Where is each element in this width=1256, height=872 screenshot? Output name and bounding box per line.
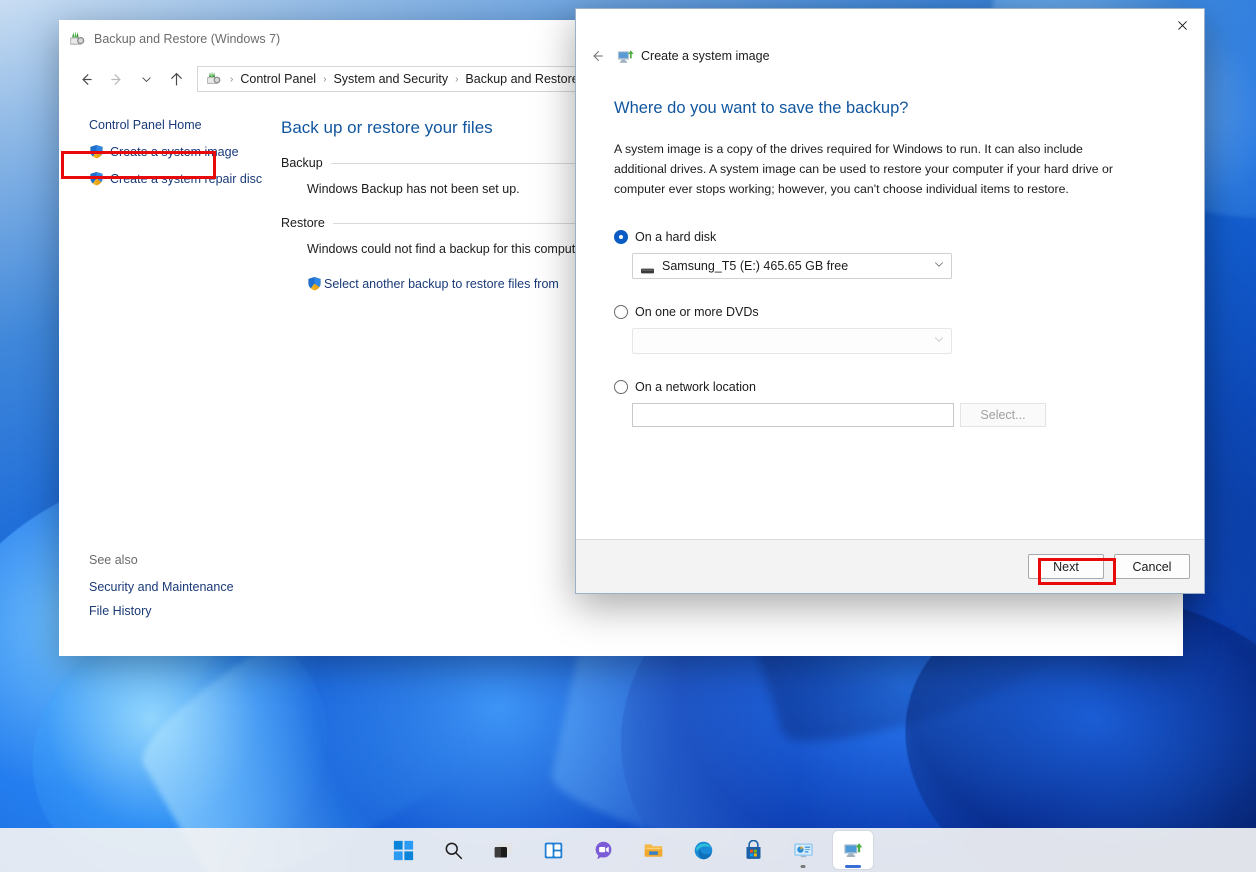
breadcrumb-system-and-security[interactable]: System and Security [330, 72, 451, 86]
cancel-button[interactable]: Cancel [1114, 554, 1190, 579]
option-on-one-or-more-dvds: On one or more DVDs [614, 304, 1176, 354]
backup-restore-icon [69, 31, 86, 48]
control-panel-button[interactable] [783, 831, 823, 869]
option-on-a-network-location: On a network location Select... [614, 379, 1176, 427]
option-on-a-hard-disk: On a hard disk Samsung_T5 (E:) 465.65 GB… [614, 229, 1176, 279]
radio-indicator[interactable] [614, 379, 628, 394]
chat-button[interactable] [583, 831, 623, 869]
breadcrumb-separator: › [323, 73, 327, 85]
sidebar-item-file-history[interactable]: File History [89, 604, 234, 618]
running-indicator [800, 865, 806, 868]
radio-label: On one or more DVDs [635, 304, 759, 319]
up-button[interactable] [161, 64, 191, 94]
uac-shield-icon [89, 144, 104, 159]
dialog-nav-row: Create a system image [576, 41, 1204, 71]
sidebar-item-create-a-system-repair-disc[interactable]: Create a system repair disc [90, 171, 281, 186]
radio-indicator[interactable] [614, 304, 628, 319]
sidebar-item-label: Create a system image [110, 144, 239, 159]
breadcrumb-separator: › [230, 73, 234, 85]
dialog-heading: Where do you want to save the backup? [614, 99, 909, 117]
file-explorer-button[interactable] [633, 831, 673, 869]
hard-disk-dropdown-value: Samsung_T5 (E:) 465.65 GB free [662, 258, 849, 273]
widgets-button[interactable] [533, 831, 573, 869]
select-button[interactable]: Select... [960, 402, 1046, 427]
breadcrumb-separator: › [455, 73, 459, 85]
radio-indicator[interactable] [614, 229, 628, 244]
network-location-row: Select... [632, 402, 1176, 427]
sidebar: Control Panel Home Create a system image [59, 100, 281, 656]
task-view-button[interactable] [483, 831, 523, 869]
dvd-dropdown [632, 327, 952, 354]
sidebar-item-control-panel-home[interactable]: Control Panel Home [89, 118, 281, 132]
microsoft-store-button[interactable] [733, 831, 773, 869]
next-button[interactable]: Next [1028, 554, 1104, 579]
sidebar-item-security-and-maintenance[interactable]: Security and Maintenance [89, 580, 234, 594]
create-system-image-dialog[interactable]: Create a system image Where do you want … [575, 8, 1205, 594]
back-button[interactable] [71, 64, 101, 94]
sidebar-item-label: File History [89, 604, 152, 618]
breadcrumb-backup-and-restore[interactable]: Backup and Restore ( [462, 72, 589, 86]
forward-button[interactable] [101, 64, 131, 94]
radio-label: On a network location [635, 379, 756, 394]
restore-group-label: Restore [281, 216, 325, 230]
network-location-input[interactable] [632, 402, 954, 427]
window-title: Backup and Restore (Windows 7) [94, 32, 281, 46]
edge-button[interactable] [683, 831, 723, 869]
hard-disk-dropdown[interactable]: Samsung_T5 (E:) 465.65 GB free [632, 252, 952, 279]
backup-group-label: Backup [281, 156, 323, 170]
radio-on-a-network-location[interactable]: On a network location [614, 379, 1176, 394]
backup-restore-button[interactable] [833, 831, 873, 869]
chevron-down-icon[interactable] [933, 258, 945, 273]
dialog-footer: Next Cancel [576, 539, 1204, 593]
back-button[interactable] [584, 44, 612, 68]
close-icon[interactable] [1160, 10, 1204, 40]
start-button[interactable] [383, 831, 423, 869]
drive-icon [641, 262, 654, 274]
address-bar-icon [206, 71, 222, 87]
search-button[interactable] [433, 831, 473, 869]
breadcrumb-control-panel[interactable]: Control Panel [237, 72, 319, 86]
sidebar-item-create-a-system-image[interactable]: Create a system image [90, 144, 281, 159]
radio-on-one-or-more-dvds[interactable]: On one or more DVDs [614, 304, 1176, 319]
taskbar[interactable] [0, 828, 1256, 872]
desktop-screen: Backup and Restore (Windows 7) › Control… [0, 0, 1256, 872]
dialog-content: Where do you want to save the backup? A … [576, 71, 1204, 539]
active-indicator [845, 865, 861, 868]
radio-on-a-hard-disk[interactable]: On a hard disk [614, 229, 1176, 244]
recent-locations-button[interactable] [131, 64, 161, 94]
chevron-down-icon [933, 333, 945, 348]
uac-shield-icon [307, 276, 322, 291]
see-also-label: See also [89, 553, 138, 567]
uac-shield-icon [89, 171, 104, 186]
link-label: Select another backup to restore files f… [324, 276, 559, 291]
taskbar-icons [383, 831, 873, 869]
dialog-nav-title: Create a system image [641, 49, 770, 63]
dialog-title-bar[interactable] [576, 9, 1204, 41]
sidebar-item-label: Create a system repair disc [110, 171, 263, 186]
radio-label: On a hard disk [635, 229, 717, 244]
see-also-section: See also Security and Maintenance File H… [89, 553, 234, 628]
sidebar-item-label: Control Panel Home [89, 118, 202, 132]
dialog-description: A system image is a copy of the drives r… [614, 142, 1113, 196]
sidebar-item-label: Security and Maintenance [89, 580, 234, 594]
create-system-image-icon [617, 48, 634, 65]
